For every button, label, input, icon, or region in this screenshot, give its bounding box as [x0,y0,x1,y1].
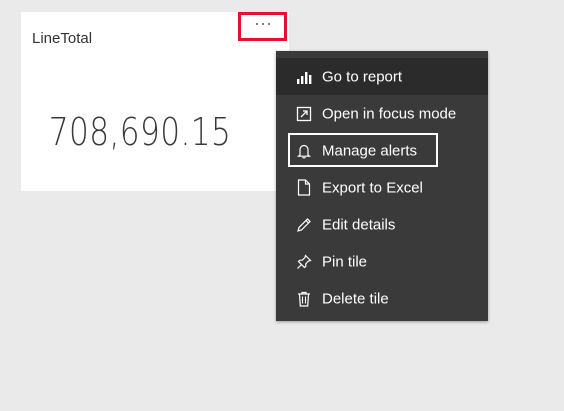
focus-mode-icon [295,105,313,123]
menu-item-label: Manage alerts [322,142,418,159]
pencil-icon [295,216,313,234]
menu-item-go-to-report[interactable]: Go to report [276,58,488,95]
export-document-icon [295,179,313,197]
trash-icon [295,290,313,308]
bell-icon [295,142,313,160]
menu-item-pin-tile[interactable]: Pin tile [276,243,488,280]
menu-item-label: Go to report [322,68,403,85]
pin-icon [295,253,313,271]
menu-item-delete-tile[interactable]: Delete tile [276,280,488,317]
menu-item-manage-alerts[interactable]: Manage alerts [276,132,488,169]
menu-item-label: Export to Excel [322,179,423,196]
ellipsis-icon [255,23,270,25]
tile-context-menu: Go to report Open in focus mode Manage a… [276,51,488,321]
menu-item-open-focus-mode[interactable]: Open in focus mode [276,95,488,132]
menu-item-label: Open in focus mode [322,105,457,122]
menu-item-edit-details[interactable]: Edit details [276,206,488,243]
bar-chart-icon [295,68,313,86]
tile-title: LineTotal [32,30,93,47]
tile-value: 708,690.15 [48,110,232,154]
menu-item-label: Delete tile [322,290,389,307]
menu-item-label: Pin tile [322,253,368,270]
menu-item-export-to-excel[interactable]: Export to Excel [276,169,488,206]
more-options-button[interactable] [238,12,287,41]
menu-item-label: Edit details [322,216,396,233]
